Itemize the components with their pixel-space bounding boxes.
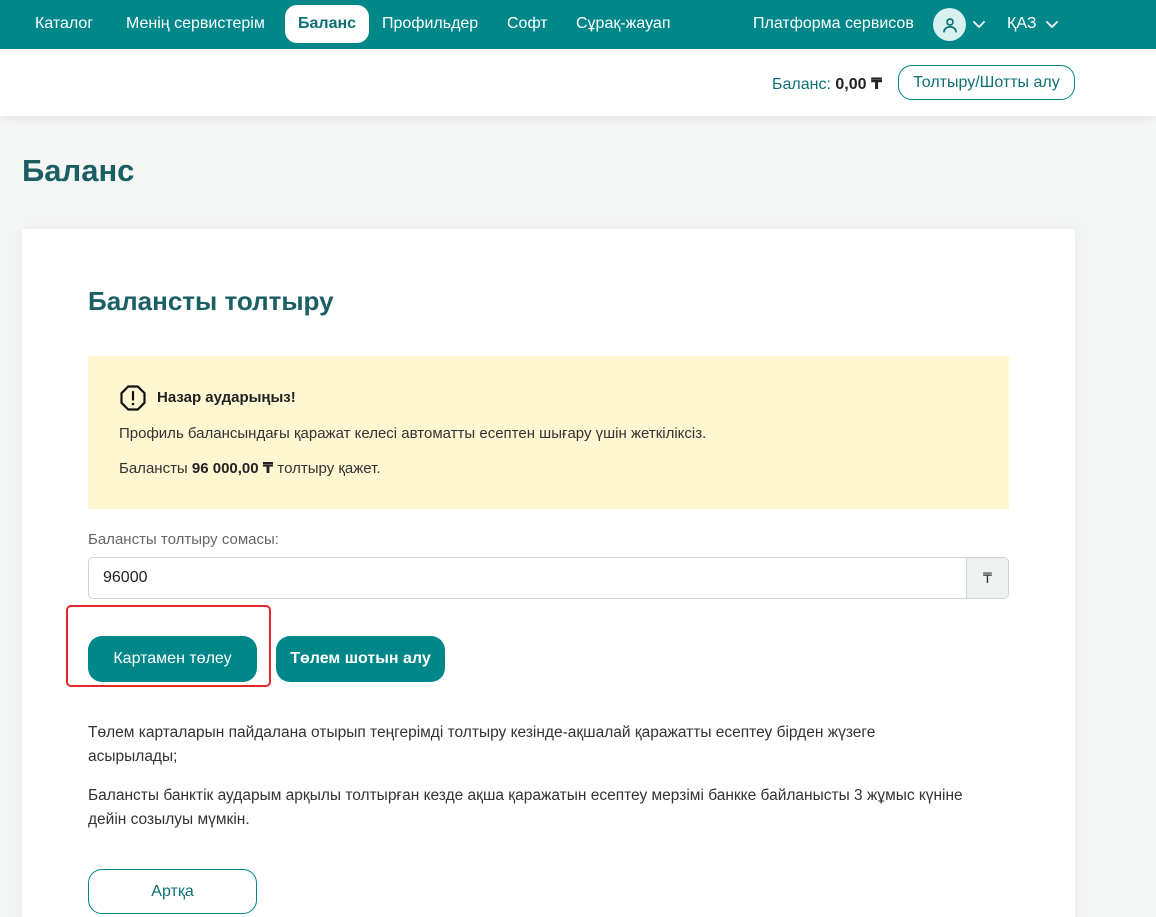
- chevron-down-icon[interactable]: [971, 16, 987, 32]
- warning-text: Профиль балансындағы қаражат келесі авто…: [119, 425, 707, 442]
- card-payment-info: Төлем карталарын пайдалана отырып теңгер…: [88, 724, 876, 765]
- bank-transfer-info: Балансты банктік аударым арқылы толтырға…: [88, 787, 963, 828]
- nav-balance[interactable]: Баланс: [285, 5, 370, 43]
- balance-label: Баланс:: [772, 76, 831, 93]
- currency-addon: ₸: [966, 558, 1008, 598]
- required-amount: 96 000,00 ₸: [191, 460, 274, 477]
- amount-field: ₸: [88, 557, 1009, 599]
- nav-catalog[interactable]: Каталог: [35, 5, 93, 43]
- user-icon: [942, 17, 957, 33]
- topup-card: Балансты толтыру Назар аударыңыз! Профил…: [22, 229, 1075, 917]
- nav-soft[interactable]: Софт: [507, 5, 548, 43]
- nav-faq[interactable]: Сұрақ-жауап: [576, 5, 670, 43]
- user-avatar[interactable]: [933, 8, 966, 41]
- page-title: Баланс: [22, 153, 135, 188]
- amount-label: Балансты толтыру сомасы:: [88, 531, 279, 548]
- nav-my-services[interactable]: Менің сервистерім: [126, 5, 265, 43]
- warning-text-prefix: Балансты: [119, 460, 192, 477]
- get-invoice-button[interactable]: Төлем шотын алу: [276, 636, 445, 682]
- warning-alert: Назар аударыңыз! Профиль балансындағы қа…: [88, 356, 1009, 509]
- nav-platform[interactable]: Платформа сервисов: [753, 5, 914, 43]
- back-button[interactable]: Артқа: [88, 869, 257, 914]
- balance-value: 0,00 ₸: [835, 76, 883, 93]
- warning-title: Назар аударыңыз!: [157, 389, 296, 406]
- warning-octagon-icon: [120, 385, 146, 411]
- chevron-down-icon[interactable]: [1044, 16, 1060, 32]
- warning-text-suffix: толтыру қажет.: [273, 460, 381, 477]
- language-selector[interactable]: ҚАЗ: [1007, 5, 1036, 43]
- balance-header: Баланс: 0,00 ₸ Толтыру/Шотты алу: [0, 49, 1156, 116]
- topup-button[interactable]: Толтыру/Шотты алу: [898, 65, 1075, 100]
- top-nav: Каталог Менің сервистерім Баланс Профиль…: [0, 0, 1156, 49]
- pay-by-card-button[interactable]: Картамен төлеу: [88, 636, 257, 682]
- nav-profiles[interactable]: Профильдер: [382, 5, 478, 43]
- warning-required-amount: Балансты 96 000,00 ₸ толтыру қажет.: [119, 459, 381, 477]
- amount-input[interactable]: [89, 558, 967, 598]
- card-title: Балансты толтыру: [88, 286, 334, 316]
- balance-indicator: Баланс: 0,00 ₸: [772, 74, 882, 94]
